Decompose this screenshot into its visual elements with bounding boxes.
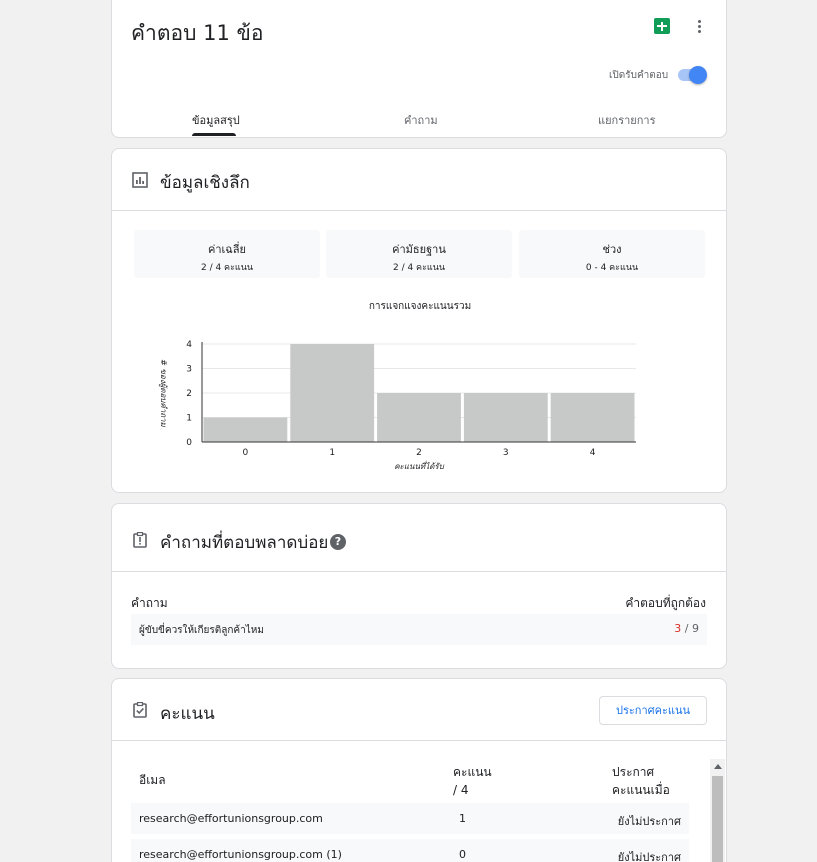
missed-correct-count: 3 / 9: [674, 622, 699, 635]
insights-card: ข้อมูลเชิงลึก ค่าเฉลี่ย 2 / 4 คะแนน ค่าม…: [111, 148, 727, 493]
summary-card: คำตอบ 11 ข้อ เปิดรับคำตอบ ข้อมูลสรุป คำถ…: [111, 0, 727, 138]
alert-clipboard-icon: [133, 532, 147, 548]
bar-1: [290, 344, 375, 442]
scroll-thumb[interactable]: [712, 776, 723, 862]
y-tick-label: 2: [186, 389, 192, 399]
tab-individual[interactable]: แยกรายการ: [598, 111, 655, 129]
bar-2: [377, 393, 461, 442]
col-question-header: คำถาม: [131, 596, 168, 610]
scroll-up-arrow[interactable]: [714, 764, 722, 769]
scores-title: คะแนน: [160, 704, 215, 724]
google-sheets-icon[interactable]: [654, 18, 670, 34]
release-status: ยังไม่ประกาศ: [617, 851, 681, 862]
x-axis-label: คะแนนที่ได้รับ: [394, 460, 445, 471]
scores-header: คะแนน ประกาศคะแนน: [112, 679, 726, 741]
help-icon[interactable]: ?: [330, 534, 346, 550]
missed-questions-card: คำถามที่ตอบพลาดบ่อย ? คำถาม คำตอบที่ถูกต…: [111, 503, 727, 669]
x-tick-label: 3: [503, 448, 509, 458]
active-tab-indicator: [192, 133, 236, 136]
respondent-email: research@effortunionsgroup.com: [139, 812, 323, 825]
score-row[interactable]: research@effortunionsgroup.com 1 ยังไม่ป…: [131, 803, 689, 834]
col-released-header-line2: คะแนนเมื่อ: [612, 783, 670, 797]
tab-questions[interactable]: คำถาม: [404, 111, 438, 129]
col-released-header-line1: ประกาศ: [612, 765, 655, 779]
accepting-responses-label: เปิดรับคำตอบ: [609, 70, 669, 81]
tab-summary[interactable]: ข้อมูลสรุป: [192, 111, 240, 129]
bar-0: [203, 417, 288, 442]
missed-question-row[interactable]: ผู้ขับขี่ควรให้เกียรติลูกค้าไหม 3 / 9: [131, 614, 707, 645]
missed-title: คำถามที่ตอบพลาดบ่อย: [160, 533, 329, 553]
respondent-score: 1: [459, 812, 466, 825]
missed-question-text: ผู้ขับขี่ควรให้เกียรติลูกค้าไหม: [139, 625, 264, 636]
col-score-header-line1: คะแนน: [453, 765, 492, 779]
count-separator: /: [681, 622, 692, 635]
accepting-responses-toggle[interactable]: [677, 66, 707, 84]
responses-title: คำตอบ 11 ข้อ: [131, 21, 264, 45]
respondent-score: 0: [459, 848, 466, 861]
bar-3: [463, 393, 548, 442]
col-correct-header: คำตอบที่ถูกต้อง: [625, 596, 706, 610]
y-tick-label: 4: [186, 340, 192, 350]
total-count: 9: [692, 622, 699, 635]
assignment-check-icon: [133, 702, 147, 718]
more-vert-icon[interactable]: [692, 18, 708, 36]
scores-card: คะแนน ประกาศคะแนน อีเมล คะแนน / 4 ประกาศ…: [111, 678, 727, 862]
x-tick-label: 0: [243, 448, 249, 458]
y-tick-label: 1: [186, 414, 192, 424]
respondent-email: research@effortunionsgroup.com (1): [139, 848, 342, 861]
x-tick-label: 1: [329, 448, 335, 458]
x-tick-label: 2: [416, 448, 422, 458]
release-status: ยังไม่ประกาศ: [617, 815, 681, 828]
score-distribution-chart: 0 1 2 3 4 0 1 2 3 4 คะแนนที่ได้รับ # ของผู้ตอบคำถาม: [158, 340, 636, 471]
missed-header: คำถามที่ตอบพลาดบ่อย ?: [112, 504, 726, 572]
scrollbar[interactable]: [710, 759, 725, 862]
y-tick-label: 0: [186, 438, 192, 448]
col-email-header: อีเมล: [139, 773, 166, 787]
col-score-header-line2: / 4: [453, 783, 469, 797]
y-axis-label: # ของผู้ตอบคำถาม: [158, 359, 168, 427]
score-row[interactable]: research@effortunionsgroup.com (1) 0 ยัง…: [131, 839, 689, 862]
y-tick-label: 3: [186, 365, 192, 375]
x-tick-label: 4: [590, 448, 596, 458]
bar-4: [550, 393, 635, 442]
release-scores-button[interactable]: ประกาศคะแนน: [599, 696, 707, 725]
